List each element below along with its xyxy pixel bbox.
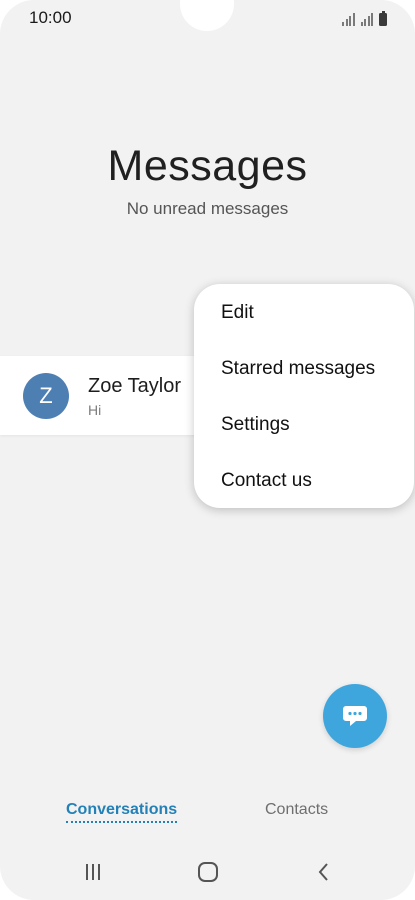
status-icons: [342, 10, 387, 26]
home-icon: [198, 862, 218, 882]
signal-bars-icon: [342, 12, 355, 26]
menu-item-contact-us[interactable]: Contact us: [221, 470, 312, 492]
compose-button[interactable]: [323, 684, 387, 748]
tab-contacts[interactable]: Contacts: [265, 801, 328, 819]
avatar: Z: [23, 373, 69, 419]
recent-apps-icon: [86, 864, 100, 880]
page-subtitle: No unread messages: [126, 199, 289, 218]
compose-message-icon: [343, 706, 367, 726]
options-menu: Edit Starred messages Settings Contact u…: [194, 284, 414, 508]
recent-apps-button[interactable]: [78, 858, 108, 886]
page-title: Messages: [107, 142, 308, 190]
camera-notch: [180, 0, 234, 31]
menu-item-settings[interactable]: Settings: [221, 414, 290, 436]
status-time: 10:00: [29, 8, 72, 27]
menu-item-edit[interactable]: Edit: [221, 302, 254, 324]
back-icon: [318, 863, 328, 881]
home-button[interactable]: [193, 858, 223, 886]
message-preview: Hi: [88, 402, 102, 418]
battery-icon: [379, 11, 387, 26]
menu-item-starred-messages[interactable]: Starred messages: [221, 358, 375, 380]
signal-bars-icon: [360, 12, 373, 26]
tab-conversations[interactable]: Conversations: [66, 801, 178, 823]
contact-name: Zoe Taylor: [88, 375, 182, 397]
back-button[interactable]: [309, 858, 339, 886]
phone-screen: 10:00 Messages No unread messages Z Zoe …: [0, 0, 415, 900]
